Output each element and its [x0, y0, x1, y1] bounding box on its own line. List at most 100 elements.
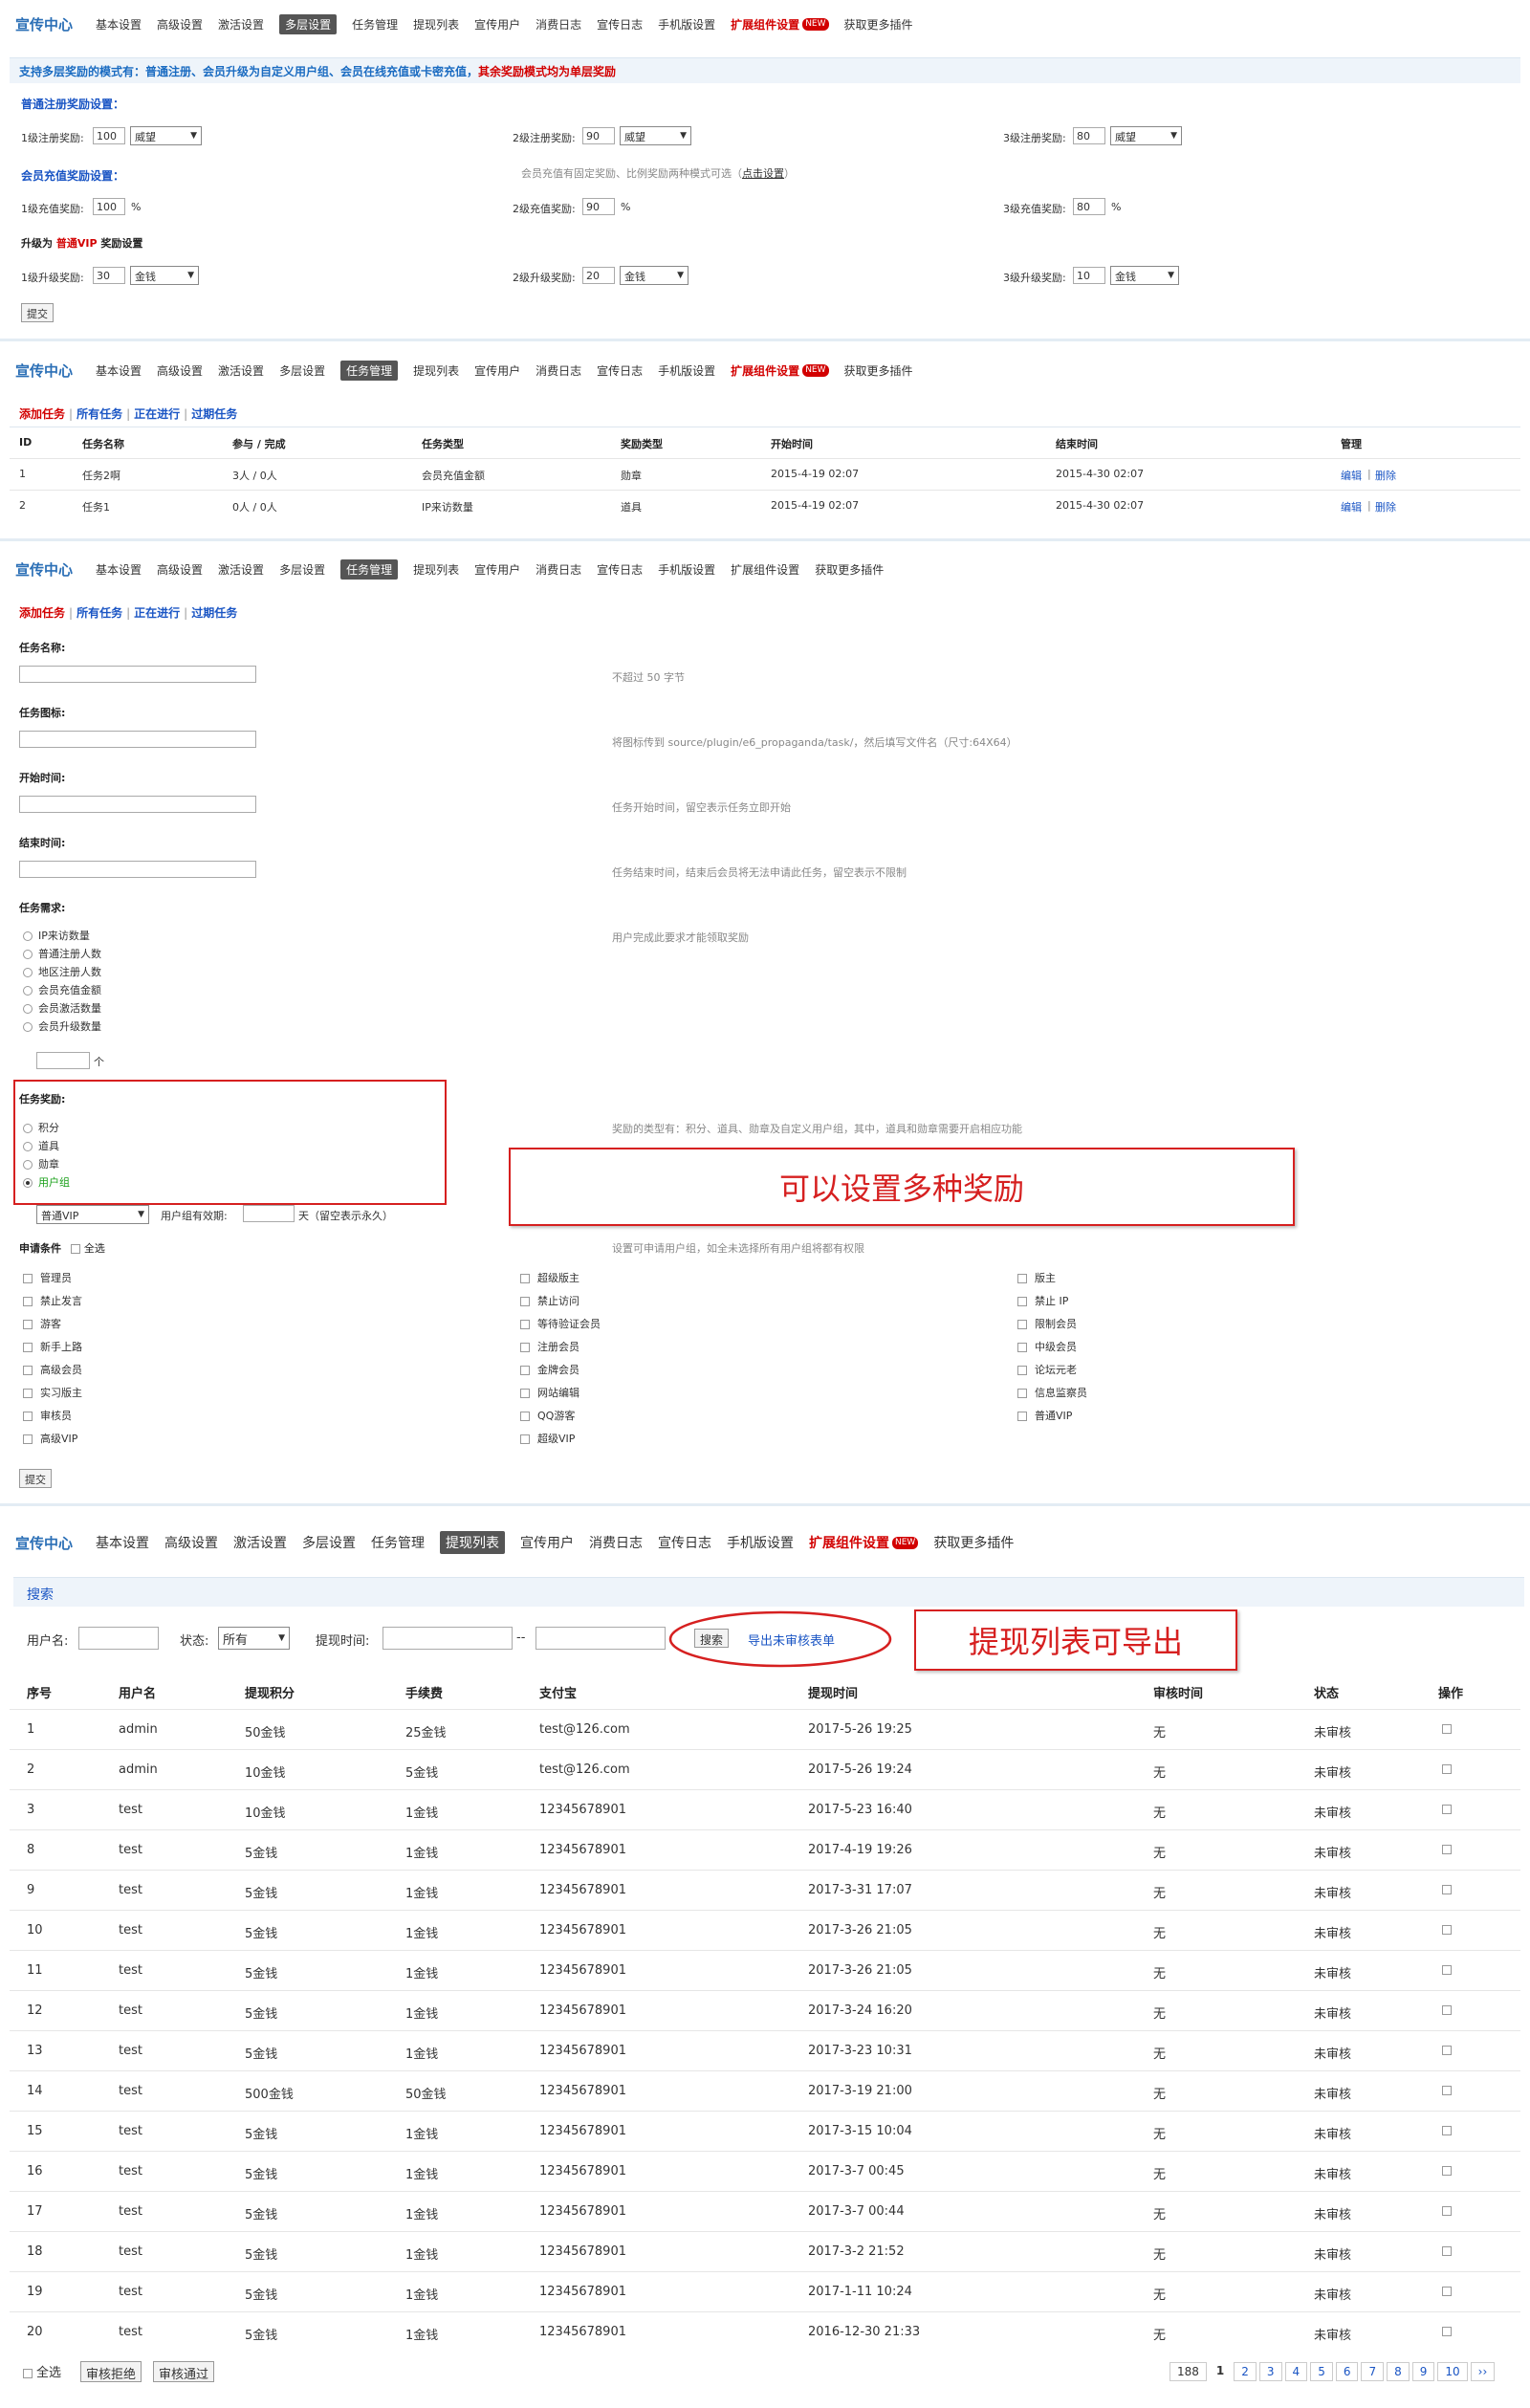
group-checkbox[interactable] [520, 1297, 530, 1306]
upgrade-1-input[interactable] [93, 267, 125, 284]
req-option[interactable]: IP来访数量 [23, 928, 90, 943]
nav-item-10[interactable]: 扩展组件设置 [731, 561, 799, 578]
group-checkbox[interactable] [520, 1274, 530, 1283]
group-option[interactable]: 禁止访问 [520, 1293, 579, 1308]
req-option[interactable]: 会员充值金额 [23, 982, 101, 997]
task-tab-3[interactable]: 过期任务 [191, 407, 237, 421]
nav-item-4[interactable]: 任务管理 [340, 360, 399, 381]
nav-item-3[interactable]: 多层设置 [279, 13, 338, 34]
reward-valid-input[interactable] [243, 1205, 295, 1222]
group-checkbox[interactable] [23, 1320, 33, 1329]
radio-button[interactable] [23, 931, 33, 941]
group-checkbox[interactable] [520, 1389, 530, 1398]
nav-item-9[interactable]: 手机版设置 [658, 561, 715, 578]
nav-item-11[interactable]: 获取更多插件 [815, 561, 884, 578]
task-tab-0[interactable]: 添加任务 [19, 606, 65, 620]
nav-item-0[interactable]: 基本设置 [96, 561, 142, 578]
nav-item-10[interactable]: 扩展组件设置 [731, 16, 799, 33]
nav-item-2[interactable]: 激活设置 [218, 362, 264, 379]
radio-button[interactable] [23, 1178, 33, 1188]
radio-button[interactable] [23, 1124, 33, 1133]
nav-item-1[interactable]: 高级设置 [157, 561, 203, 578]
export-link[interactable]: 导出未审核表单 [748, 1631, 835, 1649]
reward-option[interactable]: 积分 [23, 1120, 59, 1135]
nav-item-5[interactable]: 提现列表 [413, 362, 459, 379]
reg-2-input[interactable] [582, 127, 615, 144]
nav-item-2[interactable]: 激活设置 [233, 1533, 287, 1552]
group-checkbox[interactable] [23, 1297, 33, 1306]
page-link[interactable]: ›› [1470, 2362, 1496, 2381]
radio-button[interactable] [23, 1022, 33, 1032]
task-delete-link[interactable]: 删除 [1375, 468, 1396, 483]
group-option[interactable]: 审核员 [23, 1408, 72, 1423]
group-option[interactable]: 网站编辑 [520, 1385, 579, 1400]
multilayer-submit-button[interactable]: 提交 [21, 303, 54, 322]
nav-item-7[interactable]: 消费日志 [536, 561, 581, 578]
task-icon-input[interactable] [19, 731, 256, 748]
nav-item-8[interactable]: 宣传日志 [658, 1533, 711, 1552]
group-checkbox[interactable] [1017, 1412, 1027, 1421]
nav-item-4[interactable]: 任务管理 [352, 16, 398, 33]
nav-item-7[interactable]: 消费日志 [536, 362, 581, 379]
group-checkbox[interactable] [1017, 1343, 1027, 1352]
nav-brand[interactable]: 宣传中心 [15, 14, 73, 34]
group-option[interactable]: 高级VIP [23, 1431, 77, 1446]
recharge-2-input[interactable] [582, 198, 615, 215]
radio-button[interactable] [23, 1142, 33, 1151]
req-count-input[interactable] [36, 1052, 90, 1069]
nav-item-9[interactable]: 手机版设置 [658, 362, 715, 379]
group-option[interactable]: 论坛元老 [1017, 1362, 1077, 1377]
group-option[interactable]: 普通VIP [1017, 1408, 1072, 1423]
nav-item-2[interactable]: 激活设置 [218, 16, 264, 33]
nav-item-11[interactable]: 获取更多插件 [844, 16, 913, 33]
task-end-input[interactable] [19, 861, 256, 878]
upgrade-3-unit-select[interactable]: 金钱 ▼ [1110, 266, 1179, 285]
nav-item-11[interactable]: 获取更多插件 [933, 1533, 1014, 1552]
reg-2-unit-select[interactable]: 威望 ▼ [620, 126, 691, 145]
time-start-input[interactable] [382, 1627, 513, 1650]
task-start-input[interactable] [19, 796, 256, 813]
reward-option[interactable]: 勋章 [23, 1156, 59, 1171]
nav-item-1[interactable]: 高级设置 [157, 16, 203, 33]
group-checkbox[interactable] [520, 1343, 530, 1352]
status-select[interactable]: 所有 ▼ [218, 1627, 290, 1650]
group-checkbox[interactable] [23, 1366, 33, 1375]
group-checkbox[interactable] [23, 1274, 33, 1283]
upgrade-2-input[interactable] [582, 267, 615, 284]
page-link[interactable]: 8 [1387, 2362, 1410, 2381]
page-link[interactable]: 7 [1361, 2362, 1385, 2381]
reg-1-unit-select[interactable]: 威望 ▼ [130, 126, 202, 145]
task-tab-2[interactable]: 正在进行 [134, 407, 180, 421]
group-checkbox[interactable] [1017, 1366, 1027, 1375]
row-checkbox[interactable] [1442, 2005, 1452, 2015]
group-option[interactable]: 中级会员 [1017, 1339, 1077, 1354]
row-checkbox[interactable] [1442, 2086, 1452, 2095]
req-option[interactable]: 地区注册人数 [23, 964, 101, 979]
select-all-checkbox[interactable] [23, 2368, 33, 2378]
nav-item-3[interactable]: 多层设置 [279, 362, 325, 379]
radio-button[interactable] [23, 1004, 33, 1014]
apply-all-checkbox[interactable] [70, 1244, 80, 1254]
row-checkbox[interactable] [1442, 1965, 1452, 1975]
group-option[interactable]: 高级会员 [23, 1362, 82, 1377]
req-option[interactable]: 会员升级数量 [23, 1018, 101, 1034]
req-option[interactable]: 会员激活数量 [23, 1000, 101, 1016]
nav-item-4[interactable]: 任务管理 [340, 558, 399, 580]
group-option[interactable]: 禁止 IP [1017, 1293, 1068, 1308]
recharge-3-input[interactable] [1073, 198, 1105, 215]
recharge-1-input[interactable] [93, 198, 125, 215]
group-checkbox[interactable] [1017, 1274, 1027, 1283]
search-button[interactable]: 搜索 [694, 1629, 730, 1648]
group-checkbox[interactable] [1017, 1320, 1027, 1329]
nav-item-8[interactable]: 宣传日志 [597, 561, 643, 578]
group-option[interactable]: 超级版主 [520, 1270, 579, 1285]
group-checkbox[interactable] [520, 1320, 530, 1329]
group-option[interactable]: 超级VIP [520, 1431, 575, 1446]
group-checkbox[interactable] [23, 1343, 33, 1352]
nav-item-2[interactable]: 激活设置 [218, 561, 264, 578]
req-option[interactable]: 普通注册人数 [23, 946, 101, 961]
nav-item-7[interactable]: 消费日志 [536, 16, 581, 33]
group-option[interactable]: 游客 [23, 1316, 61, 1331]
row-checkbox[interactable] [1442, 1724, 1452, 1734]
nav-item-11[interactable]: 获取更多插件 [844, 362, 913, 379]
